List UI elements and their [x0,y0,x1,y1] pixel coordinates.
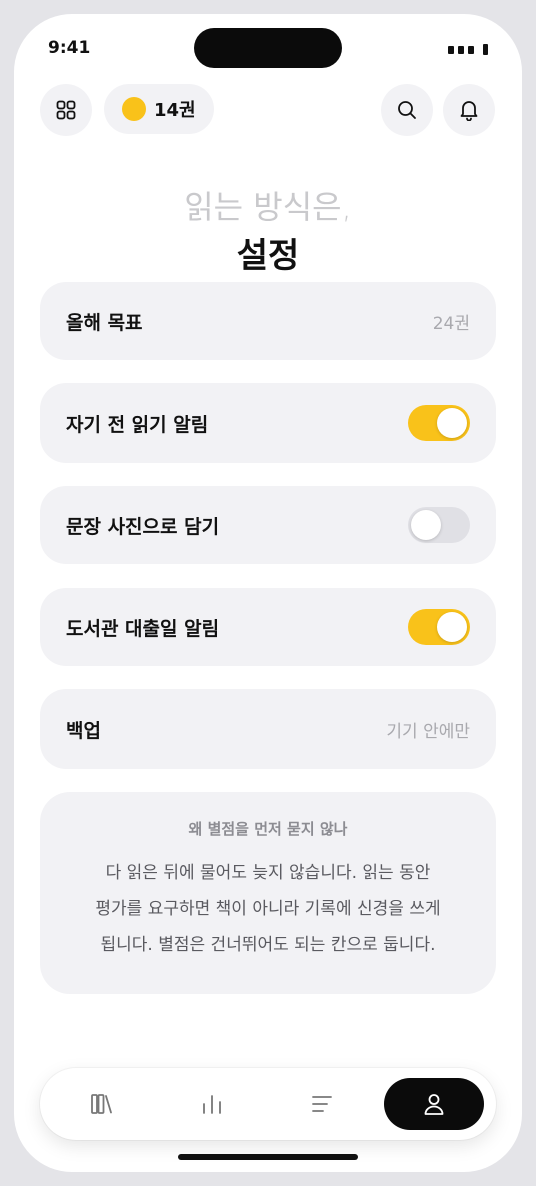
bell-icon [460,101,478,121]
tab-list[interactable] [272,1078,372,1130]
setting-bedtime-reminder: 자기 전 읽기 알림 [40,383,496,463]
setting-yearly-goal[interactable]: 올해 목표 24권 [40,282,496,360]
dynamic-island [194,28,342,68]
library-icon [91,1094,112,1114]
grid-icon [56,100,76,120]
signal-icon [448,45,454,54]
note-line: 다 읽은 뒤에 물어도 늦지 않습니다. 읽는 동안 [105,863,431,883]
toggle-knob [411,510,441,540]
setting-backup[interactable]: 백업 기기 안에만 [40,689,496,769]
setting-value: 24권 [432,313,470,334]
toggle-knob [437,612,467,642]
home-indicator [178,1154,358,1160]
stats-icon [203,1095,221,1114]
search-button[interactable] [381,84,433,136]
setting-label: 문장 사진으로 담기 [66,515,220,538]
tab-profile[interactable] [384,1078,484,1130]
signal-icon [468,45,474,54]
setting-library-due-reminder: 도서관 대출일 알림 [40,588,496,666]
signal-icon [458,45,464,54]
note-line: 평가를 요구하면 책이 아니라 기록에 신경을 쓰게 [95,899,441,919]
bedtime-reminder-toggle[interactable] [408,405,470,441]
library-due-toggle[interactable] [408,609,470,645]
coin-icon [122,97,146,121]
setting-value: 기기 안에만 [386,721,470,742]
search-icon [398,101,416,119]
photo-capture-toggle[interactable] [408,507,470,543]
setting-label: 백업 [66,719,101,742]
page-subtitle: 읽는 방식은, [184,188,352,226]
note-line: 됩니다. 별점은 건너뛰어도 되는 칸으로 둡니다. [100,935,436,955]
tab-library[interactable] [52,1078,152,1130]
list-icon [312,1096,332,1112]
phone-screen: 9:41 14권 읽는 방식은, 설정 올해 목표 24권 자기 전 읽기 알림… [14,14,522,1172]
toggle-knob [437,408,467,438]
book-count: 14권 [154,100,196,121]
status-icons [448,44,488,55]
note-body: 다 읽은 뒤에 물어도 늦지 않습니다. 읽는 동안 평가를 요구하면 책이 아… [62,855,474,963]
profile-icon [424,1094,444,1115]
tab-bar [40,1068,496,1140]
book-count-pill[interactable]: 14권 [104,84,214,134]
setting-label: 자기 전 읽기 알림 [66,413,209,436]
battery-icon [483,44,488,55]
status-time: 9:41 [48,38,91,58]
note-title: 왜 별점을 먼저 묻지 않나 [188,820,348,838]
setting-label: 도서관 대출일 알림 [66,617,220,640]
notification-button[interactable] [443,84,495,136]
setting-photo-capture: 문장 사진으로 담기 [40,486,496,564]
tab-stats[interactable] [162,1078,262,1130]
rating-explanation-card: 왜 별점을 먼저 묻지 않나 다 읽은 뒤에 물어도 늦지 않습니다. 읽는 동… [40,792,496,994]
setting-label: 올해 목표 [66,311,143,334]
page-title: 설정 [236,236,300,276]
menu-button[interactable] [40,84,92,136]
